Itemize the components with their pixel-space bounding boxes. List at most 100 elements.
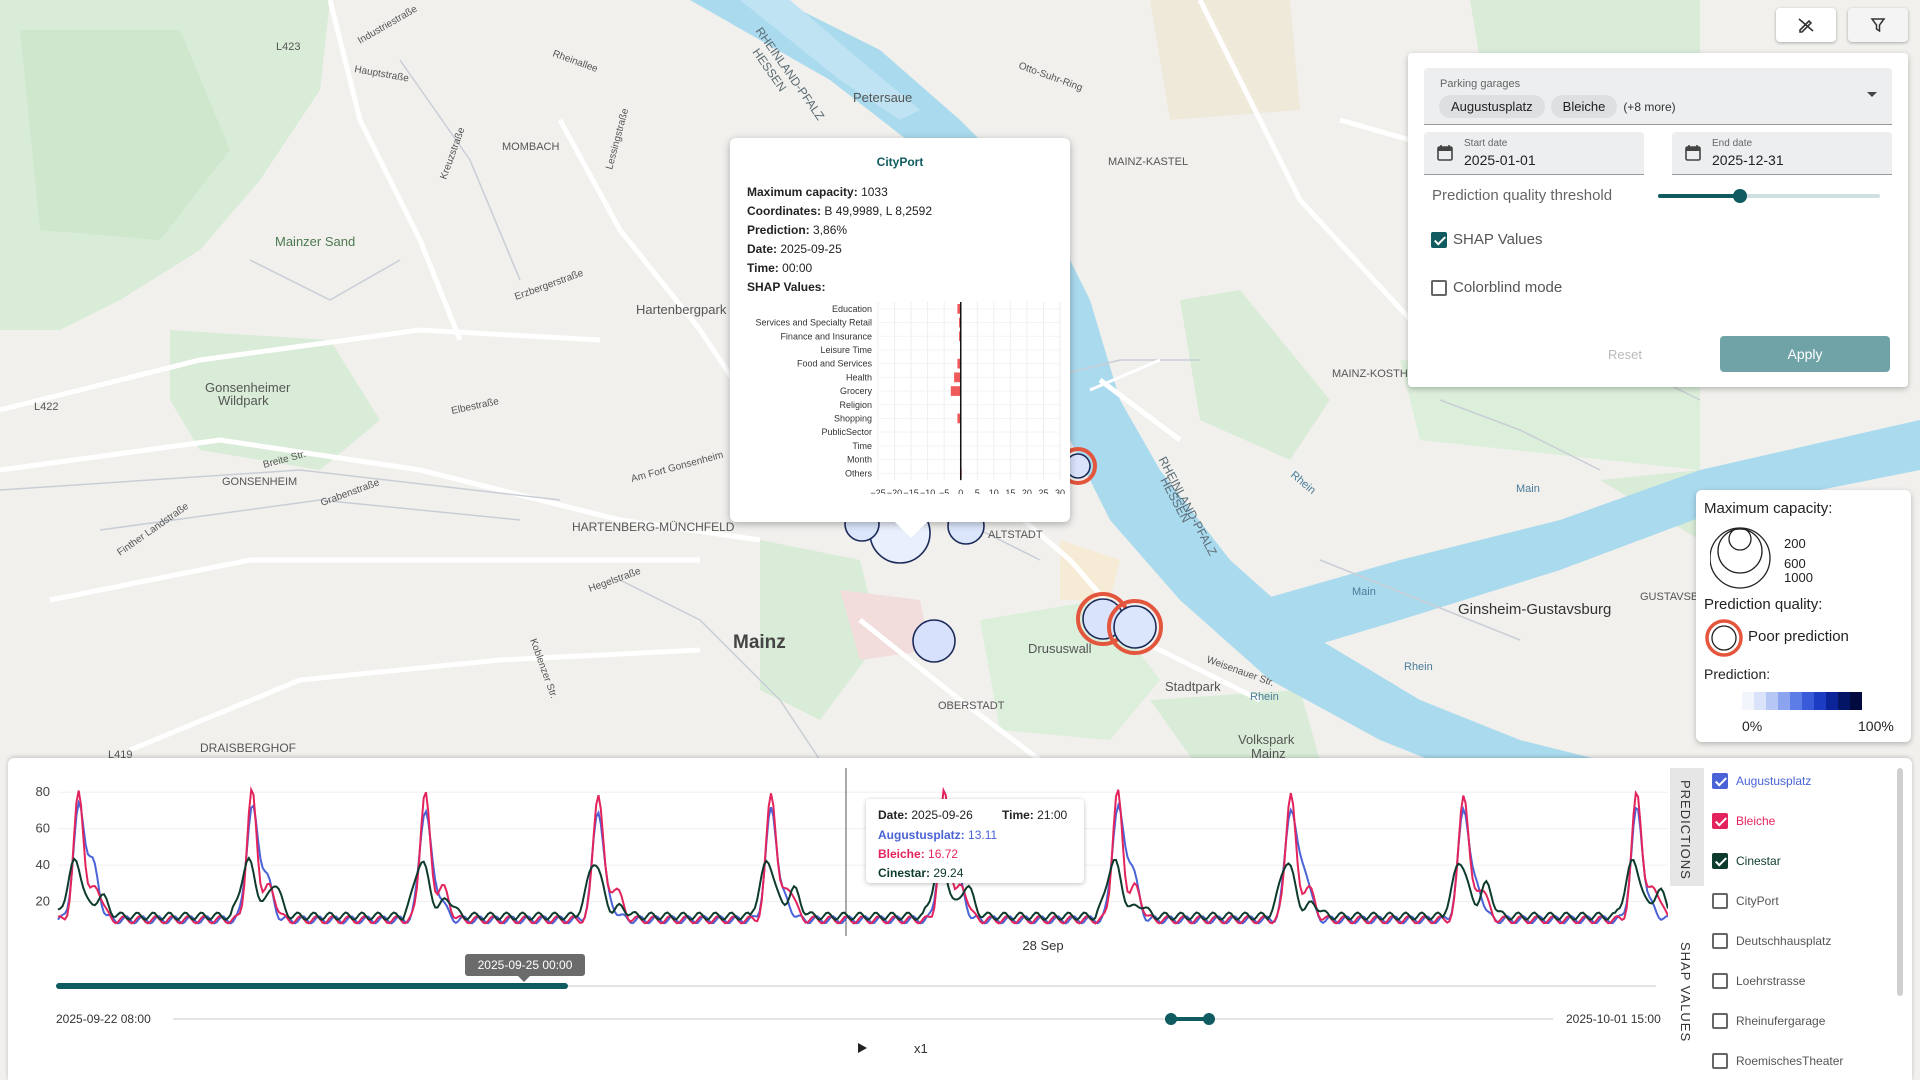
series-list-scrollbar[interactable] — [1897, 768, 1903, 996]
prediction-gradient — [1742, 692, 1862, 710]
garages-more-count: (+8 more) — [1623, 99, 1676, 114]
garage-chip[interactable]: Augustusplatz — [1439, 95, 1545, 118]
series-toggle-cityport[interactable]: CityPort — [1712, 892, 1779, 910]
map-label-gustavsburg: GUSTAVSB — [1640, 591, 1698, 603]
map-label-draisberghof: DRAISBERGHOF — [200, 741, 296, 755]
colorblind-checkbox[interactable] — [1431, 280, 1447, 296]
map-label-petersaue: Petersaue — [853, 90, 912, 105]
series-label: Bleiche — [1736, 814, 1776, 828]
edit-off-button[interactable] — [1776, 8, 1836, 42]
map-label-mainz-kostheim: MAINZ-KOSTH — [1332, 368, 1408, 380]
range-slider-end-handle[interactable] — [1203, 1013, 1215, 1025]
shap-x-tick: −10 — [920, 488, 935, 494]
end-date-field[interactable]: End date 2025-12-31 — [1672, 132, 1892, 175]
map-label-mombach: MOMBACH — [502, 141, 560, 153]
shap-category-label: Month — [847, 455, 872, 465]
play-icon[interactable] — [856, 1042, 868, 1054]
gradient-swatch — [1802, 692, 1814, 710]
series-toggle-augustusplatz[interactable]: Augustusplatz — [1712, 772, 1811, 790]
start-date-field[interactable]: Start date 2025-01-01 — [1424, 132, 1644, 175]
shap-values-label: SHAP Values — [1453, 231, 1543, 248]
legend-capacity-title: Maximum capacity: — [1704, 500, 1833, 517]
shap-category-label: Shopping — [834, 413, 872, 423]
chevron-down-icon — [1867, 92, 1877, 97]
popup-prediction: Prediction: 3,86% — [747, 223, 848, 237]
shap-category-label: PublicSector — [821, 427, 872, 437]
tab-shap-values[interactable]: SHAP VALUES — [1670, 936, 1704, 1056]
range-slider-start-handle[interactable] — [1165, 1013, 1177, 1025]
timeline-tooltip-arrow — [518, 976, 530, 982]
shap-x-tick: 15 — [1005, 488, 1015, 494]
legend-capacity-600: 600 — [1784, 556, 1806, 571]
threshold-slider[interactable] — [1658, 189, 1880, 203]
series-toggle-roemischestheater[interactable]: RoemischesTheater — [1712, 1052, 1843, 1070]
apply-button[interactable]: Apply — [1720, 336, 1890, 372]
series-checkbox[interactable] — [1712, 1013, 1728, 1029]
series-label: Augustusplatz — [1736, 774, 1812, 788]
series-toggle-bleiche[interactable]: Bleiche — [1712, 812, 1775, 830]
series-checkbox[interactable] — [1712, 933, 1728, 949]
chart-y-tick: 20 — [36, 894, 50, 909]
map-label-l423: L423 — [276, 41, 300, 53]
shap-bar — [950, 386, 961, 396]
legend-prediction-title: Prediction: — [1704, 666, 1771, 682]
timeseries-panel: 20 40 60 80 28 Sep Date: 2025-09-26 Time: 21… — [8, 758, 1912, 1080]
series-checkbox[interactable] — [1712, 973, 1728, 989]
parking-marker-cinestar[interactable] — [912, 619, 956, 663]
series-checkbox[interactable] — [1712, 813, 1728, 829]
series-checkbox[interactable] — [1712, 893, 1728, 909]
shap-category-label: Leisure Time — [820, 345, 872, 355]
shap-category-label: Services and Specialty Retail — [755, 318, 872, 328]
reset-button[interactable]: Reset — [1608, 347, 1642, 362]
filter-toggle-button[interactable] — [1848, 8, 1908, 42]
map-label-altstadt: ALTSTADT — [988, 529, 1043, 541]
shap-x-tick: 10 — [989, 488, 999, 494]
popup-title: CityPort — [876, 155, 924, 169]
map-legend: Maximum capacity: 200 600 1000 Predictio… — [1696, 490, 1911, 742]
map-label-mainz-kastel: MAINZ-KASTEL — [1108, 156, 1188, 168]
series-toggle-deutschhausplatz[interactable]: Deutschhausplatz — [1712, 932, 1831, 950]
capacity-circles-icon — [1710, 527, 1771, 589]
map-label-oberstadt: OBERSTADT — [938, 700, 1005, 712]
shap-values-checkbox[interactable] — [1431, 232, 1447, 248]
timeline-end-label: 2025-10-01 15:00 — [1566, 1012, 1661, 1026]
series-label: Rheinufergarage — [1736, 1014, 1826, 1028]
calendar-icon — [1437, 145, 1453, 161]
map-label-main-2: Main — [1516, 483, 1540, 495]
series-toggle-cinestar[interactable]: Cinestar — [1712, 852, 1781, 870]
chart-y-tick: 80 — [36, 784, 50, 799]
series-toggle-loehrstrasse[interactable]: Loehrstrasse — [1712, 972, 1805, 990]
prediction-line-chart[interactable]: 20 40 60 80 28 Sep — [8, 758, 1668, 958]
timeline-progress-track[interactable] — [56, 983, 1656, 989]
series-checkbox[interactable] — [1712, 773, 1728, 789]
playback-speed[interactable]: x1 — [914, 1041, 928, 1056]
start-date-value: 2025-01-01 — [1464, 152, 1536, 168]
gradient-swatch — [1790, 692, 1802, 710]
garage-chip[interactable]: Bleiche — [1550, 95, 1618, 118]
map-label-main: Main — [1352, 586, 1376, 598]
series-checkbox[interactable] — [1712, 853, 1728, 869]
timeline-progress-fill — [56, 983, 568, 989]
parking-marker-rheinufergarage[interactable] — [1107, 599, 1163, 655]
threshold-slider-thumb[interactable] — [1733, 189, 1748, 203]
shap-x-tick: 5 — [975, 488, 980, 494]
map-label-ginsheim: Ginsheim-Gustavsburg — [1458, 601, 1611, 618]
series-checkbox[interactable] — [1712, 1053, 1728, 1069]
tab-predictions[interactable]: PREDICTIONS — [1670, 768, 1704, 886]
map-label-volkspark: Volkspark — [1238, 732, 1295, 747]
shap-x-tick: −20 — [887, 488, 902, 494]
popup-shap-label: SHAP Values: — [747, 280, 826, 294]
gradient-swatch — [1850, 692, 1862, 710]
timeline-position-tooltip: 2025-09-25 00:00 — [465, 954, 585, 976]
shap-x-tick: −5 — [939, 488, 949, 494]
range-slider-track[interactable] — [173, 1018, 1553, 1020]
shap-category-label: Grocery — [840, 386, 873, 396]
popup-coordinates: Coordinates: B 49,9989, L 8,2592 — [747, 204, 933, 218]
series-toggle-rheinufergarage[interactable]: Rheinufergarage — [1712, 1012, 1825, 1030]
garages-select[interactable]: Parking garages Augustusplatz Bleiche (+… — [1424, 68, 1892, 125]
series-label: Cinestar — [1736, 854, 1781, 868]
shap-x-tick: −15 — [903, 488, 918, 494]
series-line-cinestar — [57, 856, 1668, 921]
map-label-drususwall: Drususwall — [1028, 641, 1092, 656]
shap-category-label: Education — [832, 304, 872, 314]
